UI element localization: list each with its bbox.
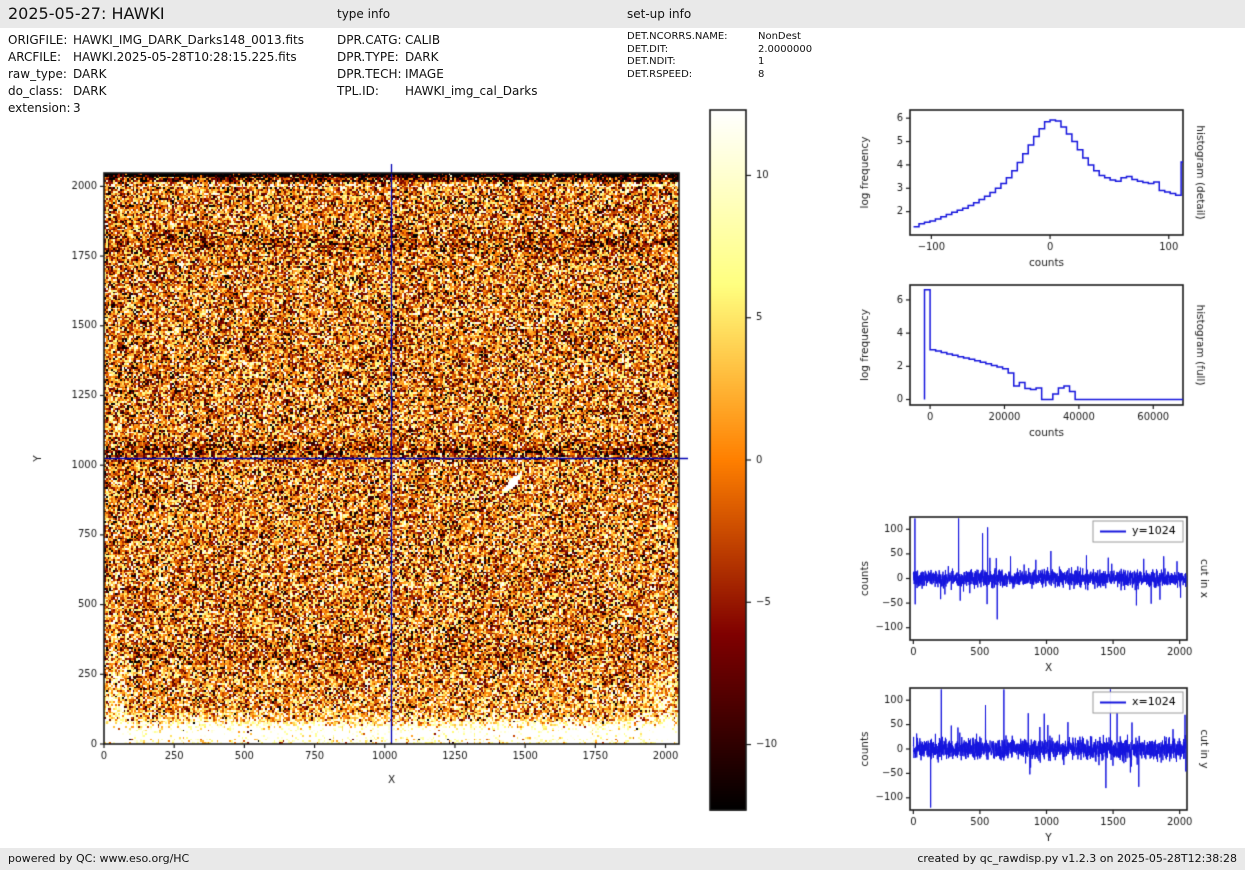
meta-row: DET.RSPEED:8	[627, 69, 812, 82]
meta-value: HAWKI_IMG_DARK_Darks148_0013.fits	[73, 32, 304, 49]
cut-in-x-plot	[845, 498, 1245, 680]
setup-info-block: DET.NCORRS.NAME:NonDest DET.DIT:2.000000…	[627, 31, 812, 81]
qc-report-page: 2025-05-27: HAWKI type info set-up info …	[0, 0, 1245, 870]
meta-row: DPR.TECH:IMAGE	[337, 66, 538, 83]
meta-row: raw_type:DARK	[8, 66, 304, 83]
meta-value: CALIB	[405, 32, 440, 49]
type-info-block: DPR.CATG:CALIB DPR.TYPE:DARK DPR.TECH:IM…	[337, 32, 538, 100]
meta-label: raw_type:	[8, 66, 73, 83]
meta-label: DET.NCORRS.NAME:	[627, 31, 758, 44]
meta-label: DET.NDIT:	[627, 56, 758, 69]
meta-row: DET.NDIT:1	[627, 56, 812, 69]
meta-row: DPR.CATG:CALIB	[337, 32, 538, 49]
meta-value: HAWKI_img_cal_Darks	[405, 83, 538, 100]
meta-label: ORIGFILE:	[8, 32, 73, 49]
file-info-block: ORIGFILE:HAWKI_IMG_DARK_Darks148_0013.fi…	[8, 32, 304, 117]
meta-value: 3	[73, 100, 81, 117]
meta-row: extension:3	[8, 100, 304, 117]
meta-label: DPR.TYPE:	[337, 49, 405, 66]
meta-label: extension:	[8, 100, 73, 117]
meta-label: DET.RSPEED:	[627, 69, 758, 82]
meta-value: DARK	[73, 66, 106, 83]
section-label-setup-info: set-up info	[627, 7, 691, 21]
meta-row: DPR.TYPE:DARK	[337, 49, 538, 66]
histogram-detail-plot	[845, 95, 1245, 280]
footer-bar: powered by QC: www.eso.org/HC created by…	[0, 848, 1245, 870]
cut-in-y-plot	[845, 669, 1245, 855]
meta-label: DPR.TECH:	[337, 66, 405, 83]
meta-value: 8	[758, 69, 764, 82]
footer-created-by: created by qc_rawdisp.py v1.2.3 on 2025-…	[917, 852, 1237, 865]
meta-row: DET.DIT:2.0000000	[627, 44, 812, 57]
meta-label: do_class:	[8, 83, 73, 100]
meta-row: do_class:DARK	[8, 83, 304, 100]
meta-value: IMAGE	[405, 66, 444, 83]
meta-label: DET.DIT:	[627, 44, 758, 57]
meta-value: DARK	[73, 83, 106, 100]
page-title: 2025-05-27: HAWKI	[8, 4, 165, 23]
meta-row: ORIGFILE:HAWKI_IMG_DARK_Darks148_0013.fi…	[8, 32, 304, 49]
meta-row: DET.NCORRS.NAME:NonDest	[627, 31, 812, 44]
meta-label: ARCFILE:	[8, 49, 73, 66]
colorbar	[700, 100, 795, 825]
meta-value: DARK	[405, 49, 438, 66]
meta-row: ARCFILE:HAWKI.2025-05-28T10:28:15.225.fi…	[8, 49, 304, 66]
histogram-full-plot	[845, 268, 1245, 458]
meta-value: HAWKI.2025-05-28T10:28:15.225.fits	[73, 49, 297, 66]
footer-powered-by: powered by QC: www.eso.org/HC	[8, 852, 189, 865]
meta-row: TPL.ID:HAWKI_img_cal_Darks	[337, 83, 538, 100]
header-bar	[0, 0, 1245, 28]
meta-value: 1	[758, 56, 764, 69]
dark-frame-image-plot	[25, 135, 785, 815]
meta-label: DPR.CATG:	[337, 32, 405, 49]
meta-value: 2.0000000	[758, 44, 812, 57]
meta-label: TPL.ID:	[337, 83, 405, 100]
section-label-type-info: type info	[337, 7, 390, 21]
meta-value: NonDest	[758, 31, 801, 44]
